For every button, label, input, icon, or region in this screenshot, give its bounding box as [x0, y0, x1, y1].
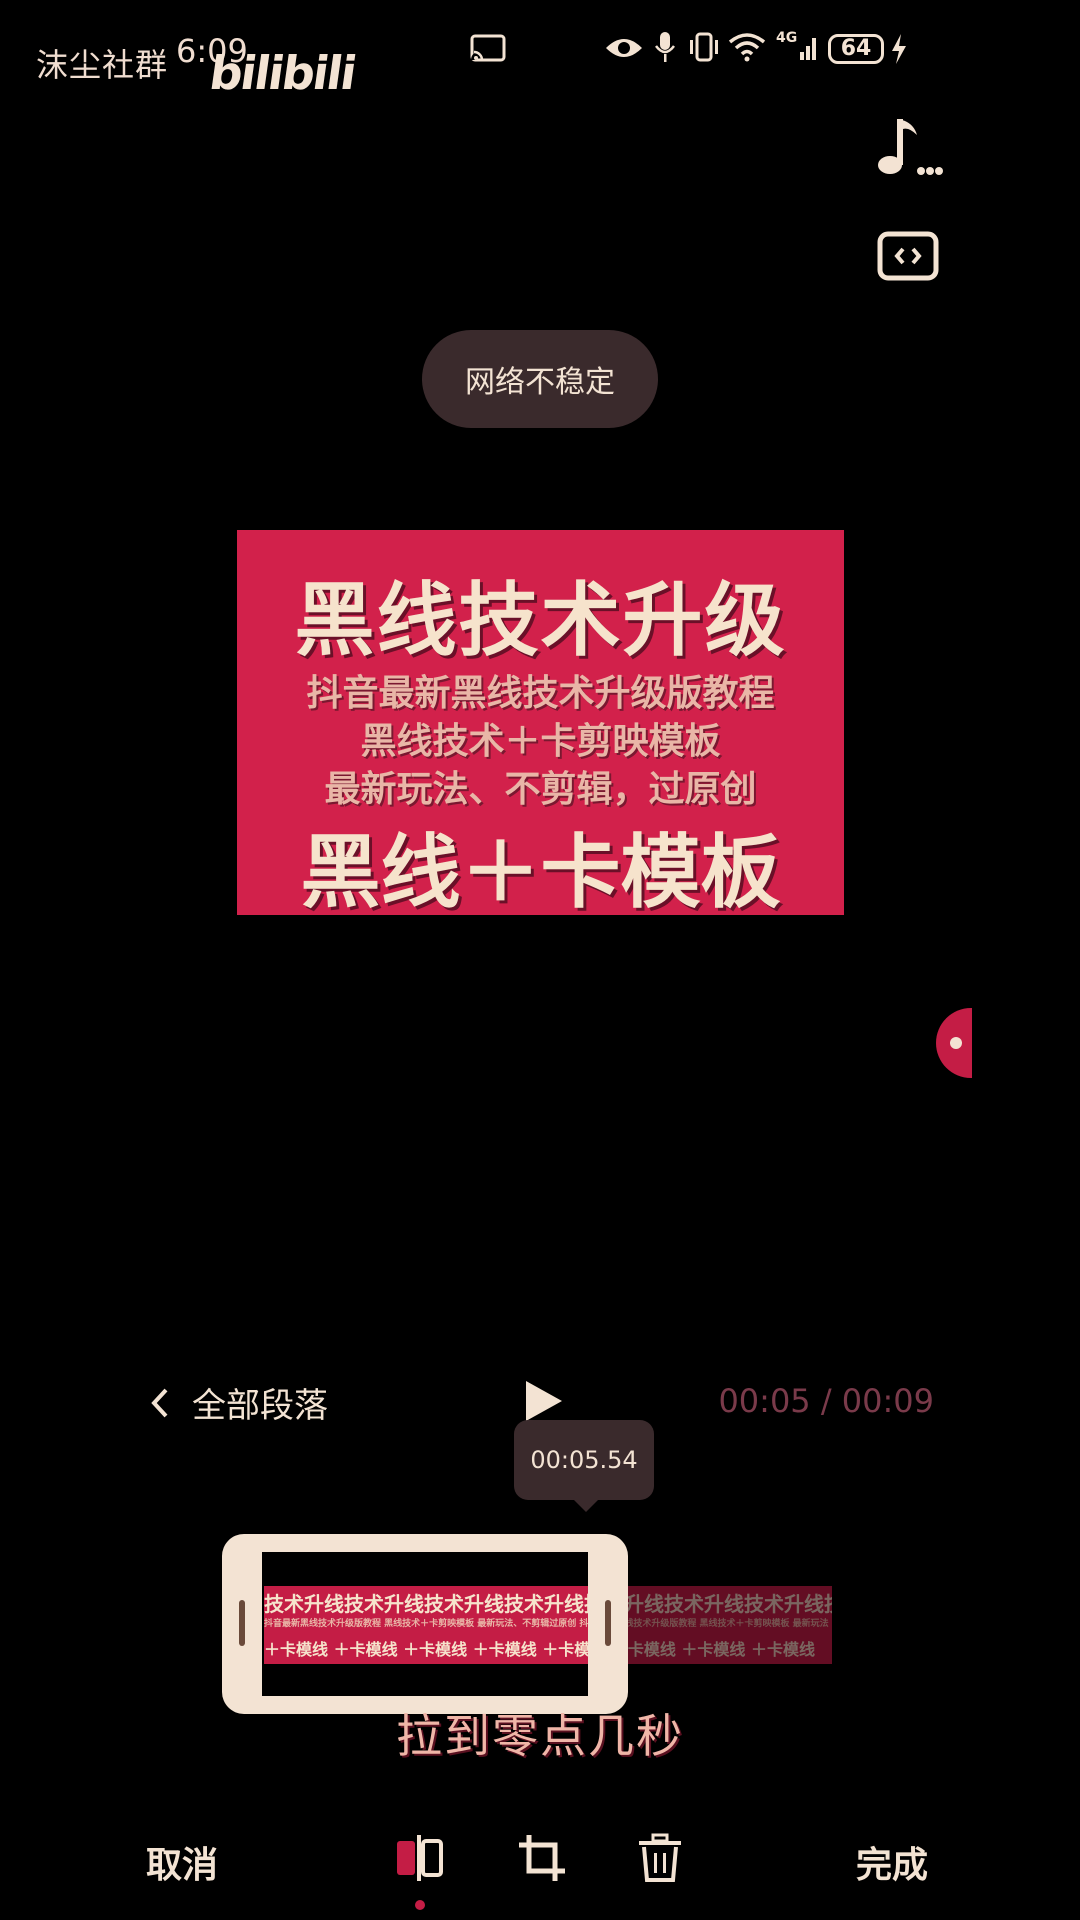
chevron-left-icon	[151, 1388, 168, 1417]
total-time: 00:09	[841, 1382, 934, 1420]
preview-line-3: 最新玩法、不剪辑，过原创	[324, 769, 757, 810]
toast-message: 网络不稳定	[465, 365, 615, 400]
cancel-button[interactable]: 取消	[146, 1836, 218, 1888]
aspect-ratio-icon	[877, 231, 939, 281]
music-button[interactable]	[868, 108, 948, 188]
trash-icon	[639, 1833, 681, 1882]
current-time: 00:05	[718, 1382, 811, 1420]
crop-icon	[519, 1835, 565, 1881]
time-readout: 00:05 / 00:09	[718, 1382, 934, 1420]
bilibili-logo: bilibili	[206, 46, 359, 100]
split-button[interactable]	[390, 1830, 450, 1886]
aspect-ratio-button[interactable]	[868, 216, 948, 296]
preview-line-2: 黑线技术＋卡剪映模板	[360, 721, 721, 762]
music-note-icon	[878, 119, 943, 175]
cast-icon	[470, 34, 506, 68]
playhead-time: 00:05.54	[530, 1446, 638, 1474]
all-segments-button[interactable]: 全部段落	[148, 1378, 328, 1427]
clip-trim-selector[interactable]	[222, 1534, 628, 1714]
delete-button[interactable]	[630, 1830, 690, 1886]
all-segments-label: 全部段落	[192, 1386, 328, 1426]
left-trim-handle[interactable]	[239, 1600, 245, 1646]
time-separator: /	[810, 1382, 842, 1420]
tooltip-tail	[572, 1498, 600, 1512]
preview-big-text: 黑线＋卡模板	[300, 826, 781, 915]
battery-indicator: 64	[828, 34, 884, 64]
preview-title: 黑线技术升级	[294, 574, 787, 667]
crop-button[interactable]	[512, 1830, 572, 1886]
side-handle-dot	[950, 1037, 962, 1049]
video-preview[interactable]: 黑线技术升级 抖音最新黑线技术升级版教程 黑线技术＋卡剪映模板 最新玩法、不剪辑…	[237, 530, 844, 915]
play-icon	[526, 1381, 562, 1421]
wifi-icon	[728, 32, 766, 66]
charging-icon	[890, 34, 908, 68]
vibrate-icon	[688, 32, 720, 66]
preview-line-1: 抖音最新黑线技术升级版教程	[306, 673, 775, 714]
timeline-unselected-overlay	[624, 1586, 832, 1664]
signal-icon: 4G	[776, 30, 820, 64]
right-trim-handle[interactable]	[605, 1600, 611, 1646]
subtitle-caption: 拉到零点几秒	[396, 1709, 684, 1763]
done-button[interactable]: 完成	[856, 1836, 928, 1888]
network-toast: 网络不稳定	[422, 330, 658, 428]
play-button[interactable]	[522, 1378, 566, 1424]
active-tool-indicator	[415, 1900, 425, 1910]
microphone-icon	[654, 30, 676, 68]
eye-icon	[604, 34, 644, 66]
split-icon	[397, 1835, 443, 1881]
watermark-text: 沫尘社群	[36, 46, 169, 84]
playhead-time-tooltip: 00:05.54	[514, 1420, 654, 1500]
